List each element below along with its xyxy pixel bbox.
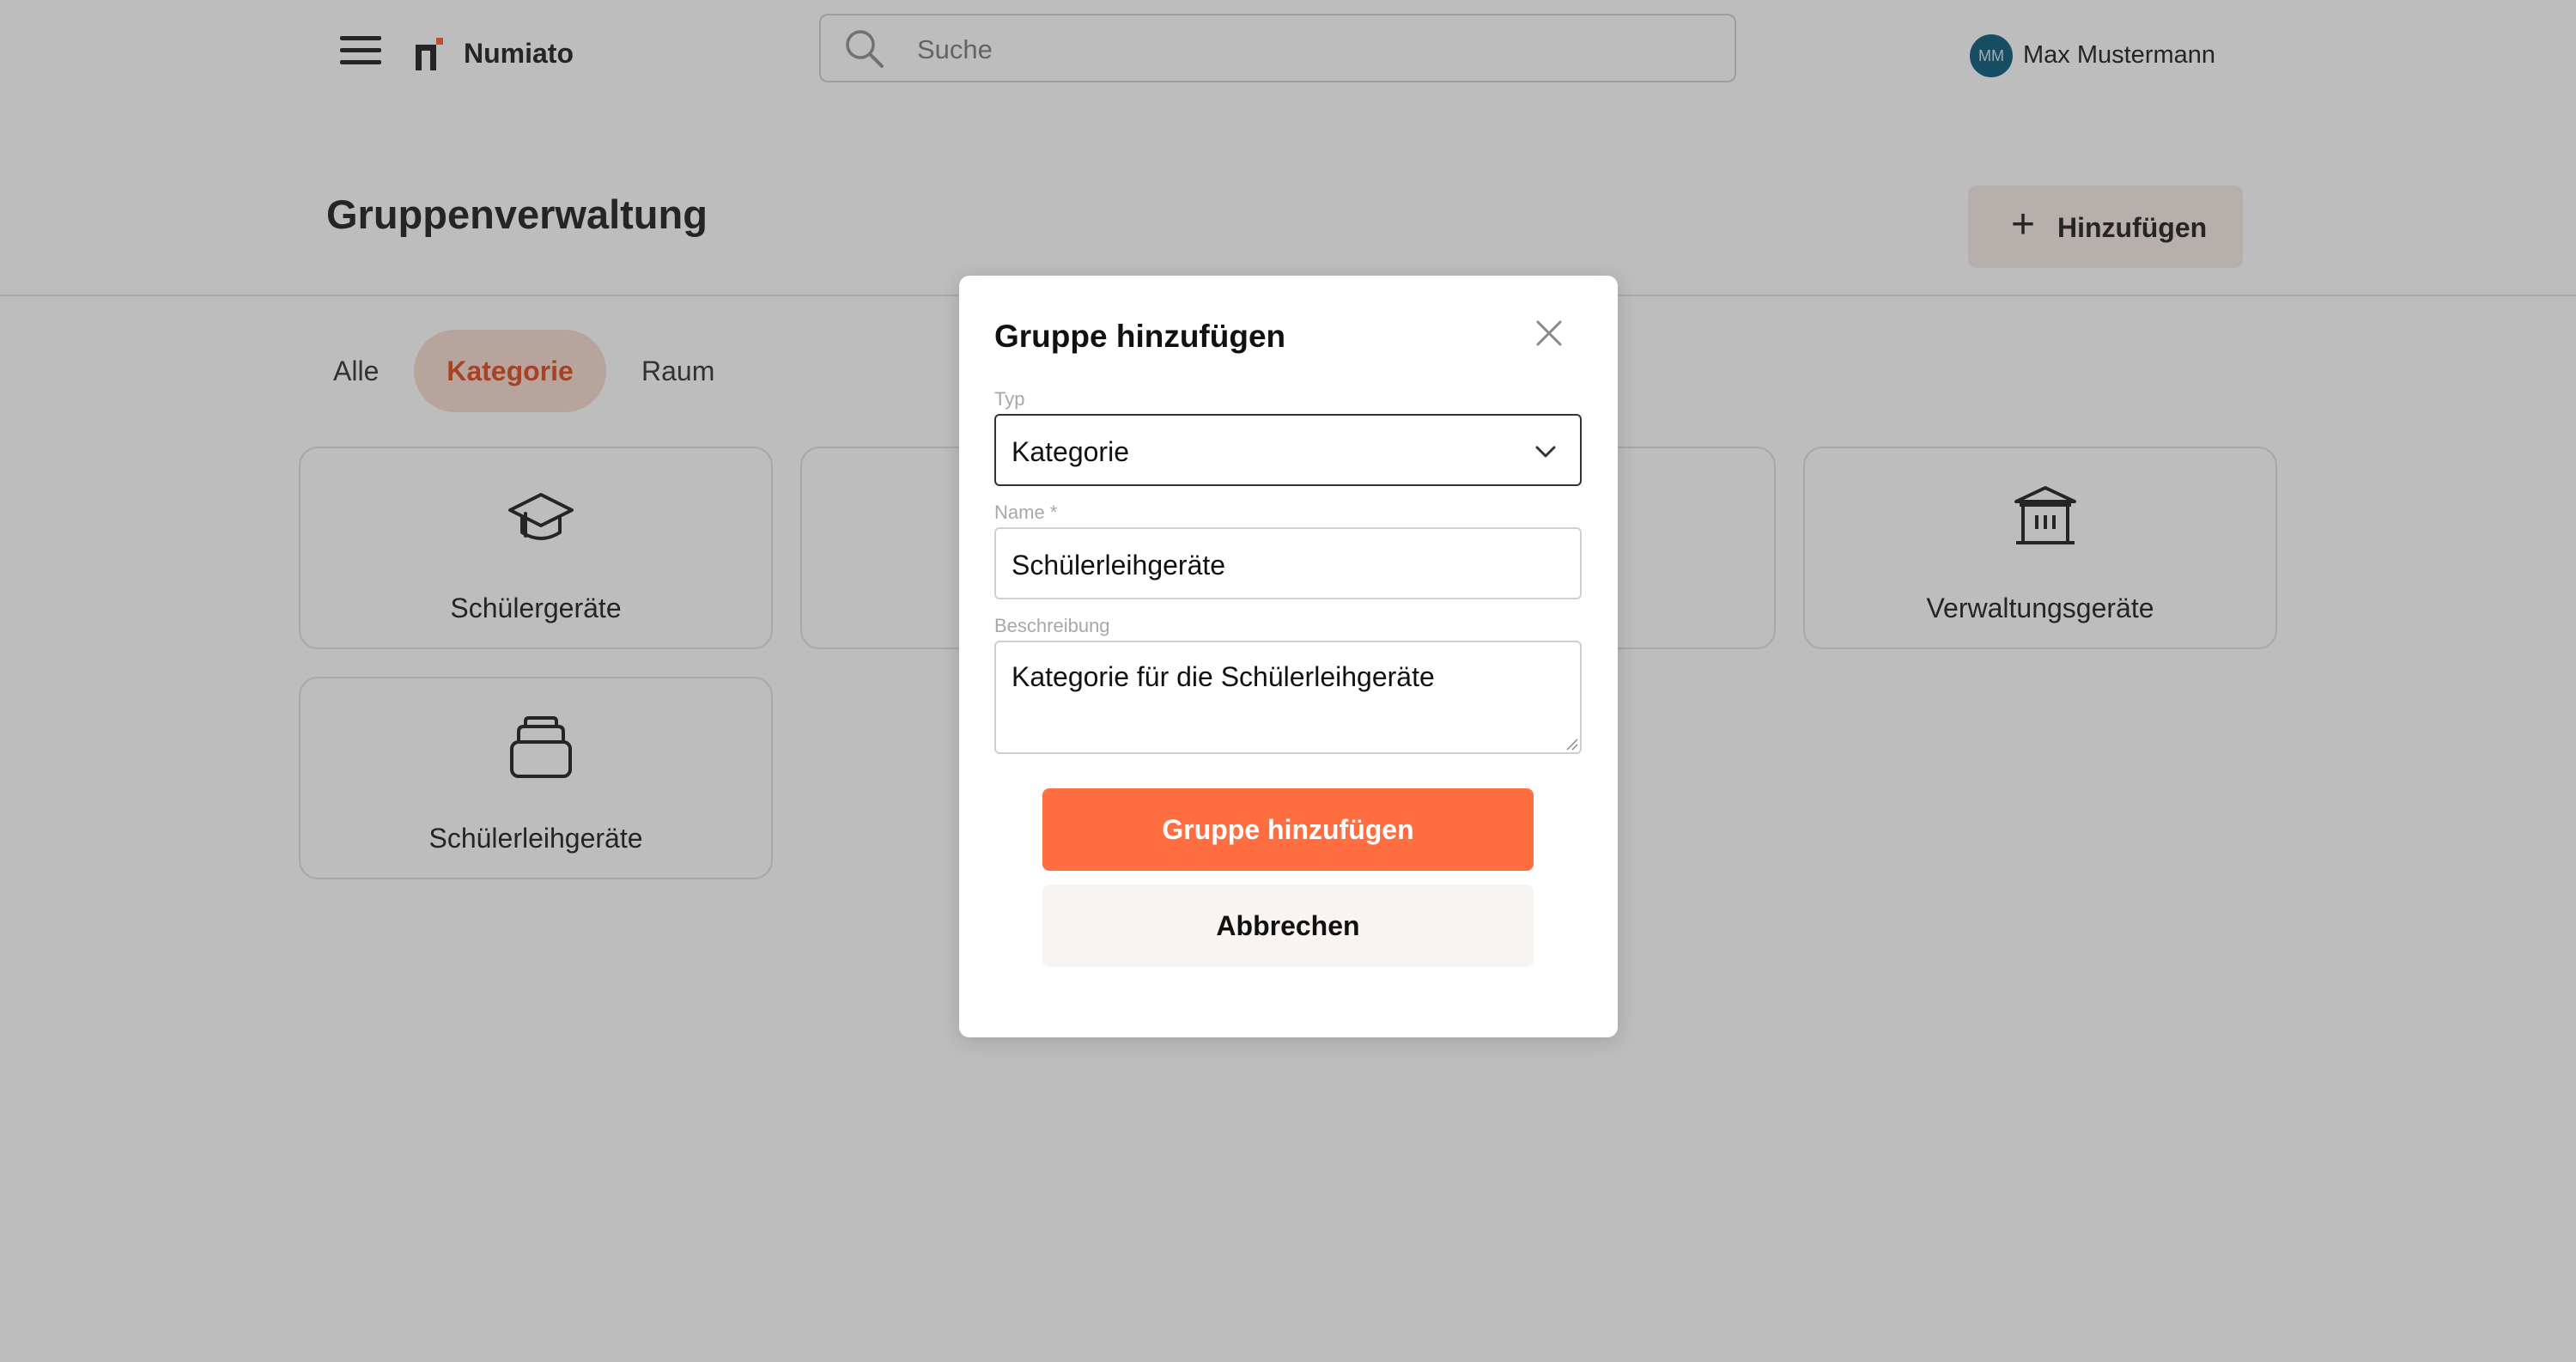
cancel-button[interactable]: Abbrechen bbox=[1042, 885, 1534, 967]
name-field-value: Schülerleihgeräte bbox=[1012, 550, 1226, 581]
dialog-title: Gruppe hinzufügen bbox=[994, 319, 1286, 354]
description-field[interactable]: Kategorie für die Schülerleihgeräte bbox=[994, 641, 1582, 754]
resize-handle-icon[interactable] bbox=[1564, 737, 1578, 751]
type-label: Typ bbox=[994, 388, 1025, 410]
name-label: Name * bbox=[994, 502, 1058, 523]
add-group-dialog: Gruppe hinzufügen Typ Kategorie Name * S… bbox=[959, 276, 1618, 1037]
type-select-value: Kategorie bbox=[1012, 436, 1129, 467]
close-icon[interactable] bbox=[1529, 313, 1569, 353]
description-label: Beschreibung bbox=[994, 615, 1110, 636]
name-field[interactable]: Schülerleihgeräte bbox=[994, 527, 1582, 599]
chevron-down-icon bbox=[1535, 446, 1556, 458]
submit-button[interactable]: Gruppe hinzufügen bbox=[1042, 788, 1534, 871]
type-select[interactable]: Kategorie bbox=[994, 414, 1582, 486]
description-field-value: Kategorie für die Schülerleihgeräte bbox=[1012, 661, 1435, 692]
